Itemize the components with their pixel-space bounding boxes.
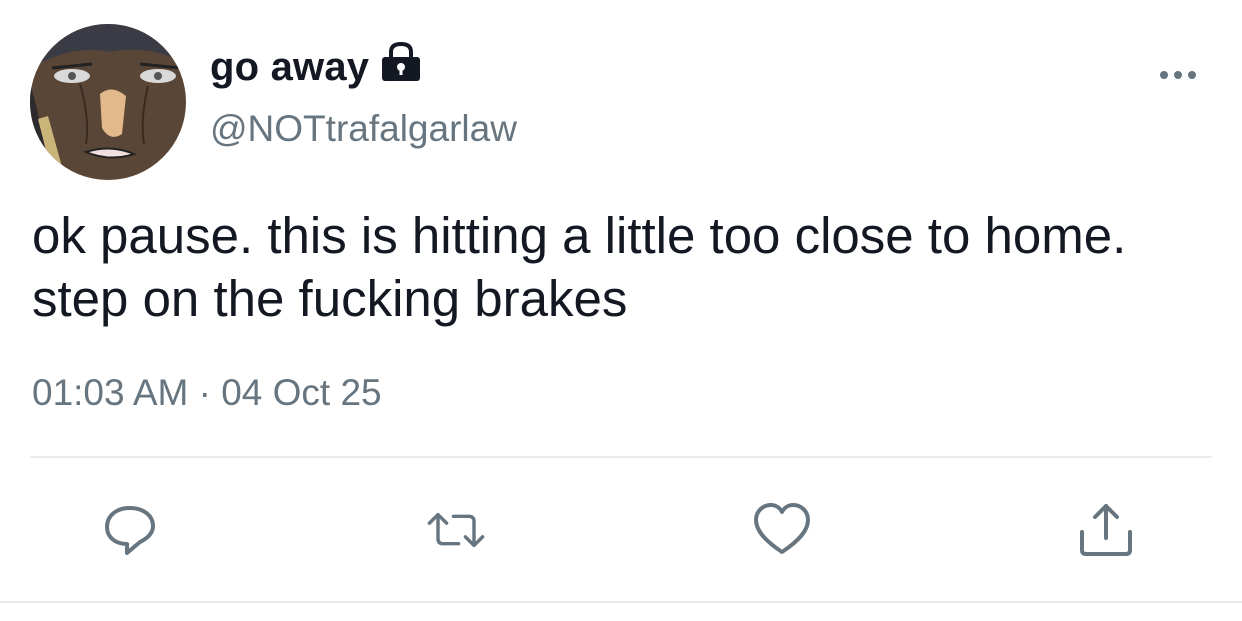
- comment-icon: [105, 506, 155, 555]
- avatar[interactable]: [30, 24, 186, 180]
- avatar-image: [30, 24, 186, 180]
- divider: [30, 456, 1212, 458]
- tweet-timestamp[interactable]: 01:03 AM · 04 Oct 25: [32, 372, 382, 414]
- bottom-border: [0, 601, 1242, 603]
- display-name[interactable]: go away: [210, 45, 369, 90]
- tweet-text: ok pause. this is hitting a little too c…: [32, 207, 1127, 327]
- share-button[interactable]: [1076, 500, 1136, 560]
- user-handle[interactable]: @NOTtrafalgarlaw: [210, 108, 517, 150]
- display-name-row: go away: [210, 40, 423, 94]
- retweet-button[interactable]: [426, 500, 486, 560]
- reply-button[interactable]: [100, 500, 160, 560]
- more-options-icon[interactable]: [1156, 64, 1200, 86]
- heart-icon: [754, 503, 810, 554]
- lock-icon: [379, 41, 423, 87]
- retweet-icon: [427, 512, 485, 548]
- share-icon: [1080, 504, 1132, 556]
- like-button[interactable]: [752, 500, 812, 560]
